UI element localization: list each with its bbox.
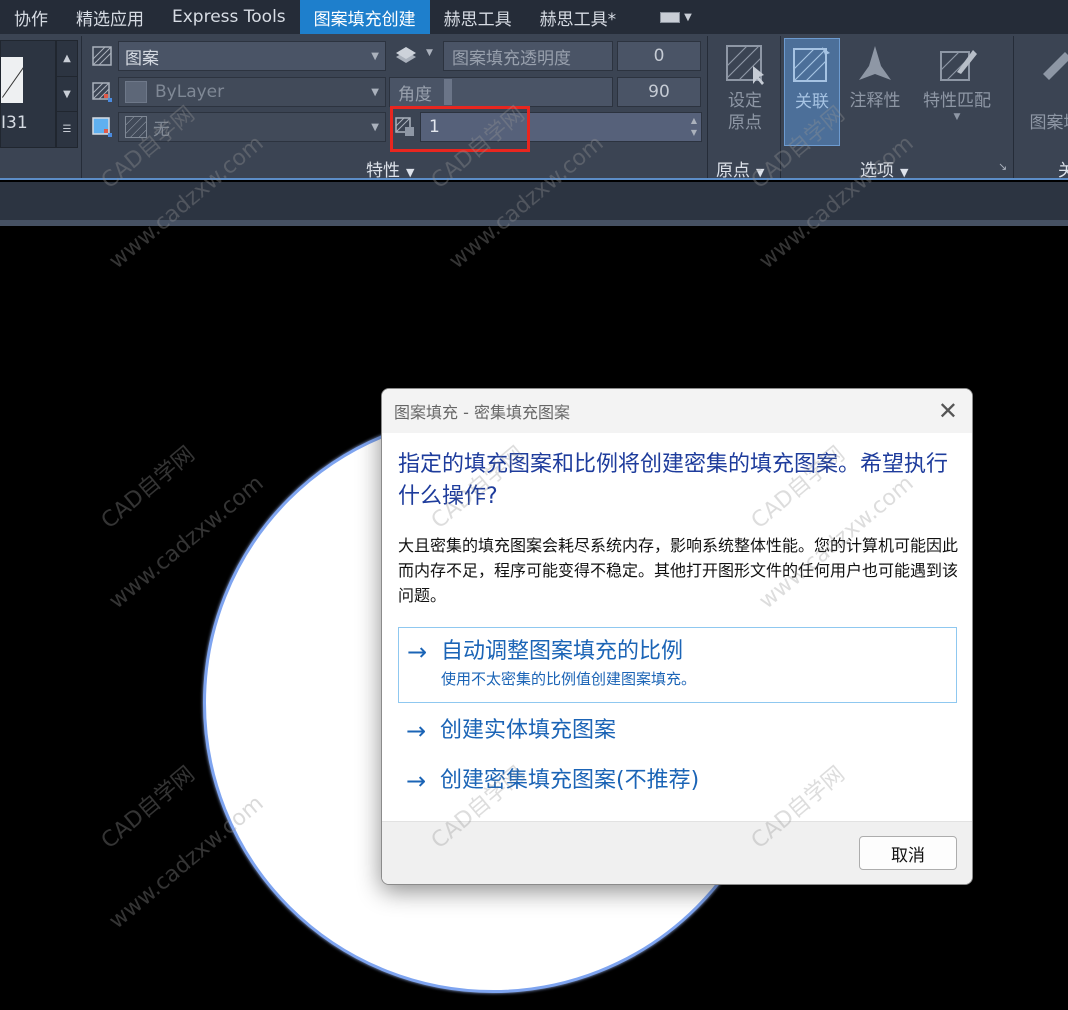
close-label-2: 图案填 — [1029, 113, 1068, 133]
tab-hatch-creation[interactable]: 图案填充创建 — [299, 0, 430, 34]
arrow-right-icon: → — [407, 638, 428, 666]
close-icon[interactable]: ✕ — [938, 399, 958, 423]
pattern-swatch-label: I31 — [1, 113, 28, 133]
dialog-heading: 指定的填充图案和比例将创建密集的填充图案。希望执行什么操作? — [398, 452, 949, 509]
option-description: 使用不太密集的比例值创建图案填充。 — [441, 670, 697, 688]
pattern-swatch-icon — [1, 57, 23, 103]
close-hatch-creation-button[interactable]: 关 图案填 — [1020, 44, 1068, 134]
color-chip-icon — [125, 81, 147, 103]
associative-hatch-icon — [793, 47, 830, 82]
hatch-type-icon — [92, 46, 112, 66]
chevron-down-icon: ▼ — [371, 51, 379, 62]
annotative-icon — [859, 46, 891, 80]
close-label-1: 关 — [1021, 90, 1068, 112]
pattern-gallery[interactable]: I31 — [0, 40, 56, 148]
hatch-color-value: ByLayer — [155, 82, 225, 102]
tab-express-tools[interactable]: Express Tools — [158, 0, 300, 34]
tab-hesi-tools-2[interactable]: 赫思工具* — [526, 0, 631, 34]
match-properties-icon — [940, 50, 977, 81]
chevron-down-icon[interactable]: ▼ — [954, 112, 961, 122]
annotative-button[interactable]: 注释性 — [846, 44, 904, 112]
ribbon-minimize-toggle[interactable]: ▼ — [660, 0, 692, 34]
pattern-gallery-scroller: ▲ ▼ ☰ — [56, 40, 78, 148]
chevron-down-icon: ▼ — [900, 166, 909, 179]
origin-panel-label: 原点 — [716, 161, 750, 181]
arrow-right-icon: → — [406, 767, 427, 795]
dialog-title: 图案填充 - 密集填充图案 — [394, 403, 570, 422]
chevron-down-icon[interactable]: ▼ — [426, 48, 433, 58]
associative-toggle-button[interactable]: 关联 — [784, 38, 840, 146]
hatch-color-icon — [92, 82, 112, 102]
tab-hesi-tools[interactable]: 赫思工具 — [430, 0, 526, 34]
angle-value[interactable]: 90 — [617, 77, 701, 107]
dialog-launcher-icon[interactable]: ↘ — [998, 160, 1007, 173]
set-origin-label-1: 设定 — [728, 91, 762, 111]
scroll-up-button[interactable]: ▲ — [57, 41, 77, 77]
origin-panel-title[interactable]: 原点 ▼ — [716, 156, 764, 181]
panel-separator — [707, 36, 708, 178]
close-icon — [1043, 52, 1068, 80]
transparency-label: 图案填充透明度 — [443, 41, 613, 71]
hatch-type-dropdown[interactable]: 图案 ▼ — [118, 41, 386, 71]
none-swatch-icon — [125, 116, 147, 138]
chevron-down-icon: ▼ — [371, 122, 379, 133]
panel-separator — [1013, 36, 1014, 178]
option-label: 创建密集填充图案(不推荐) — [440, 768, 700, 793]
panel-separator — [81, 36, 82, 178]
match-properties-button[interactable]: 特性匹配 ▼ — [916, 44, 998, 122]
annotation-highlight-box — [390, 106, 530, 152]
ribbon-panel-area: I31 ▲ ▼ ☰ 图案 ▼ ▼ 图案填充透明度 0 ByLayer ▼ 角度 … — [0, 34, 1068, 181]
background-color-value: 无 — [153, 119, 170, 140]
dialog-body-text: 大且密集的填充图案会耗尽系统内存，影响系统整体性能。您的计算机可能因此而内存不足… — [398, 536, 959, 605]
angle-label: 角度 — [398, 84, 432, 105]
properties-panel-title[interactable]: 特性 ▼ — [366, 156, 414, 181]
set-origin-button[interactable]: 设定 原点 — [716, 44, 774, 134]
hatch-color-dropdown[interactable]: ByLayer ▼ — [118, 77, 386, 107]
chevron-down-icon: ▼ — [684, 11, 692, 23]
option-label: 创建实体填充图案 — [440, 718, 617, 743]
file-tab-bar — [0, 182, 1068, 220]
layers-icon[interactable] — [394, 45, 422, 67]
chevron-down-icon: ▼ — [756, 166, 765, 179]
background-color-dropdown[interactable]: 无 ▼ — [118, 112, 386, 142]
set-origin-icon — [726, 45, 764, 85]
scroll-down-button[interactable]: ▼ — [57, 77, 77, 113]
associative-label: 关联 — [795, 92, 829, 112]
panel-toggle-icon — [660, 11, 681, 23]
gallery-expand-button[interactable]: ☰ — [57, 112, 77, 147]
dialog-titlebar[interactable]: 图案填充 - 密集填充图案 ✕ — [382, 389, 972, 433]
angle-slider-thumb[interactable] — [444, 79, 452, 105]
dense-hatch-dialog: 图案填充 - 密集填充图案 ✕ 指定的填充图案和比例将创建密集的填充图案。希望执… — [381, 388, 973, 885]
scale-spinner[interactable]: ▲ ▼ — [691, 115, 697, 139]
cancel-button[interactable]: 取消 — [859, 836, 957, 870]
chevron-down-icon: ▼ — [371, 87, 379, 98]
options-panel-title[interactable]: 选项 ▼ — [860, 156, 908, 181]
close-panel-title: 关 — [1058, 161, 1068, 181]
tab-collaborate[interactable]: 协作 — [0, 0, 62, 34]
tab-featured-apps[interactable]: 精选应用 — [62, 0, 158, 34]
background-color-icon — [92, 117, 112, 137]
option-dense-hatch[interactable]: → 创建密集填充图案(不推荐) — [398, 757, 957, 805]
panel-separator — [780, 36, 781, 178]
properties-panel-label: 特性 — [366, 161, 400, 181]
annotative-label: 注释性 — [849, 91, 901, 111]
ribbon-tab-bar: 协作 精选应用 Express Tools 图案填充创建 赫思工具 赫思工具* … — [0, 0, 1068, 34]
option-solid-fill[interactable]: → 创建实体填充图案 — [398, 707, 957, 755]
hatch-type-value: 图案 — [125, 48, 159, 69]
dialog-footer: 取消 — [382, 821, 972, 884]
transparency-value[interactable]: 0 — [617, 41, 701, 71]
options-panel-label: 选项 — [860, 161, 894, 181]
set-origin-label-2: 原点 — [728, 113, 762, 133]
angle-slider[interactable]: 角度 — [389, 77, 613, 107]
arrow-right-icon: → — [406, 717, 427, 745]
match-properties-label: 特性匹配 — [923, 91, 991, 111]
option-auto-adjust-scale[interactable]: → 自动调整图案填充的比例 使用不太密集的比例值创建图案填充。 — [398, 627, 957, 703]
chevron-down-icon: ▼ — [406, 166, 415, 179]
